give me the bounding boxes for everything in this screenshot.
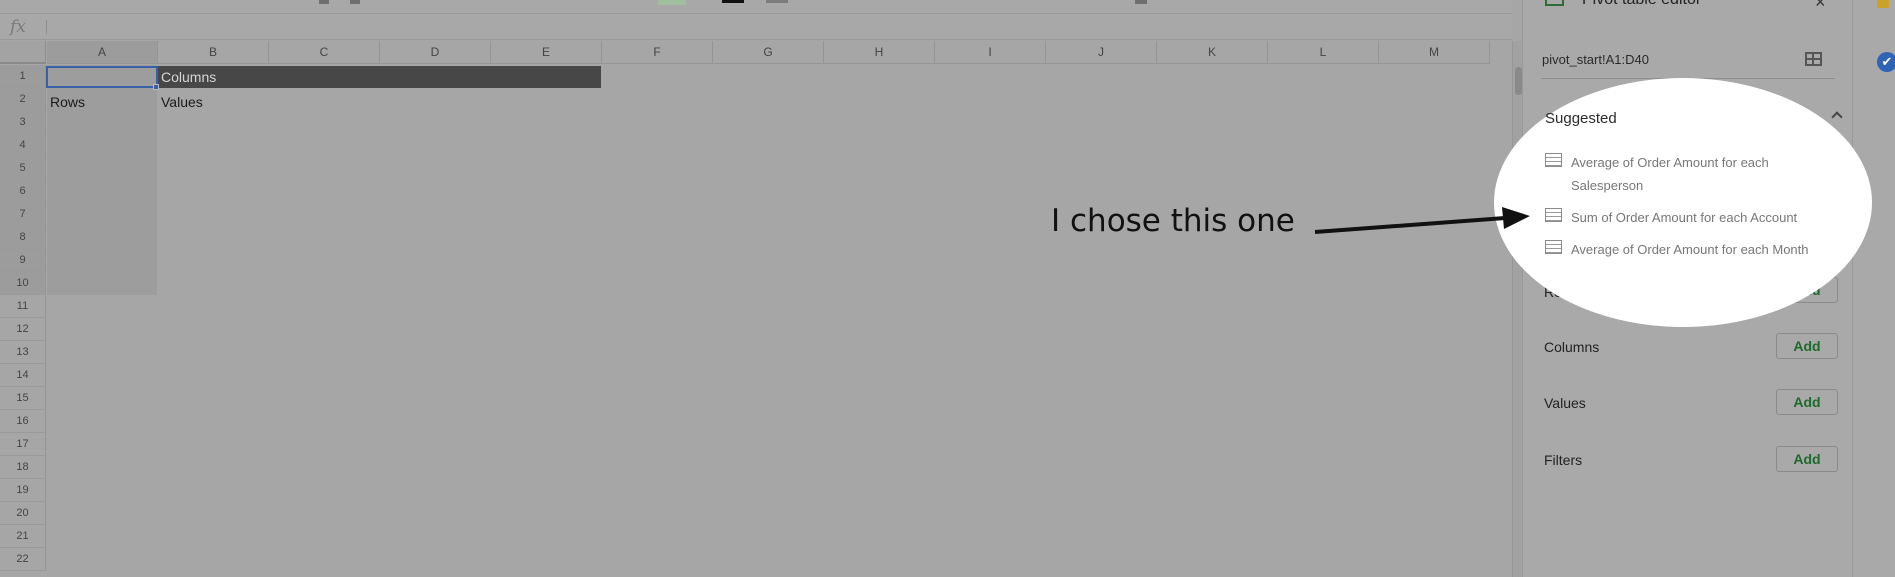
- column-header[interactable]: J: [1046, 41, 1157, 64]
- row-header[interactable]: 19: [0, 479, 46, 502]
- row-header[interactable]: 18: [0, 456, 46, 479]
- row-header[interactable]: 13: [0, 341, 46, 364]
- column-header[interactable]: D: [380, 41, 491, 64]
- suggestion-label: Sum of Order Amount for each Account: [1571, 210, 1798, 225]
- column-header[interactable]: C: [269, 41, 380, 64]
- table-icon: [1545, 240, 1562, 254]
- row-header[interactable]: 9: [0, 249, 46, 272]
- filters-label: Filters: [1544, 452, 1583, 468]
- row-header[interactable]: 6: [0, 180, 46, 203]
- row-header[interactable]: 16: [0, 410, 46, 433]
- suggestion-item[interactable]: Average of Order Amount for each Month: [1545, 238, 1845, 261]
- column-header[interactable]: B: [158, 41, 269, 64]
- data-range[interactable]: pivot_start!A1:D40: [1542, 52, 1649, 67]
- undo-icon[interactable]: [319, 0, 329, 4]
- suggested-label: Suggested: [1545, 110, 1617, 127]
- more-icon[interactable]: [1135, 0, 1147, 4]
- columns-label: Columns: [1544, 339, 1600, 355]
- row-header[interactable]: 10: [0, 272, 46, 295]
- suggestion-label: Average of Order Amount for each Salespe…: [1571, 155, 1769, 193]
- borders-icon[interactable]: [766, 0, 788, 3]
- table-icon: [1545, 208, 1562, 222]
- row-header[interactable]: 8: [0, 226, 46, 249]
- active-cell-a1[interactable]: [46, 66, 158, 88]
- row-header[interactable]: 20: [0, 502, 46, 525]
- column-header[interactable]: M: [1379, 41, 1490, 64]
- annotation-text: I chose this one: [1051, 203, 1295, 239]
- row-header[interactable]: 17: [0, 433, 46, 456]
- column-header[interactable]: E: [491, 41, 602, 64]
- column-header[interactable]: A: [47, 41, 158, 64]
- row-header[interactable]: 3: [0, 111, 46, 134]
- row-header[interactable]: 2: [0, 88, 46, 111]
- column-header[interactable]: K: [1157, 41, 1268, 64]
- row-header[interactable]: 15: [0, 387, 46, 410]
- row-header[interactable]: 14: [0, 364, 46, 387]
- vertical-scrollbar[interactable]: [1512, 41, 1522, 577]
- column-header[interactable]: I: [935, 41, 1046, 64]
- cell-a2[interactable]: Rows: [50, 94, 85, 110]
- toolbar: [0, 0, 1512, 14]
- close-icon[interactable]: ×: [1815, 0, 1826, 13]
- keep-icon[interactable]: [1877, 0, 1889, 8]
- add-filters-button[interactable]: Add: [1776, 446, 1838, 472]
- tasks-check-icon[interactable]: ✔: [1877, 52, 1895, 72]
- row-header[interactable]: 22: [0, 548, 46, 571]
- suggestion-item[interactable]: Sum of Order Amount for each Account: [1545, 206, 1845, 229]
- panel-title: Pivot table editor: [1582, 0, 1701, 9]
- select-range-icon[interactable]: [1805, 52, 1822, 66]
- cell-b2[interactable]: Values: [161, 94, 203, 110]
- formula-divider: [46, 20, 47, 34]
- add-values-button[interactable]: Add: [1776, 389, 1838, 415]
- row-header[interactable]: 21: [0, 525, 46, 548]
- suggestion-item[interactable]: Average of Order Amount for each Salespe…: [1545, 151, 1845, 197]
- scrollbar-thumb[interactable]: [1515, 67, 1522, 95]
- row-header[interactable]: 11: [0, 295, 46, 318]
- formula-bar[interactable]: fx: [0, 14, 1512, 40]
- table-icon: [1545, 153, 1562, 167]
- suggestion-label: Average of Order Amount for each Month: [1571, 242, 1809, 257]
- column-header[interactable]: H: [824, 41, 935, 64]
- fill-handle[interactable]: [153, 84, 159, 90]
- cell-b1[interactable]: Columns: [161, 69, 216, 85]
- row-header[interactable]: 7: [0, 203, 46, 226]
- column-header[interactable]: F: [602, 41, 713, 64]
- row-header[interactable]: 5: [0, 157, 46, 180]
- values-label: Values: [1544, 395, 1586, 411]
- side-rail: ✔: [1852, 0, 1895, 577]
- row-header[interactable]: 1: [0, 65, 46, 88]
- sheets-icon: [1545, 0, 1564, 6]
- fx-icon: fx: [10, 17, 26, 37]
- text-color-icon[interactable]: [722, 0, 744, 3]
- pivot-header-band: [157, 66, 601, 88]
- fill-color-icon[interactable]: [658, 0, 686, 5]
- redo-icon[interactable]: [350, 0, 360, 4]
- select-all-corner[interactable]: [0, 41, 46, 64]
- column-header[interactable]: G: [713, 41, 824, 64]
- add-columns-button[interactable]: Add: [1776, 333, 1838, 359]
- spreadsheet-grid[interactable]: ABCDEFGHIJKLM 1 2 3 4 5 6 7 8 9 10 11 12 13 14 15 16 17 1…: [0, 41, 1512, 577]
- row-header[interactable]: 4: [0, 134, 46, 157]
- column-header[interactable]: L: [1268, 41, 1379, 64]
- row-header[interactable]: 12: [0, 318, 46, 341]
